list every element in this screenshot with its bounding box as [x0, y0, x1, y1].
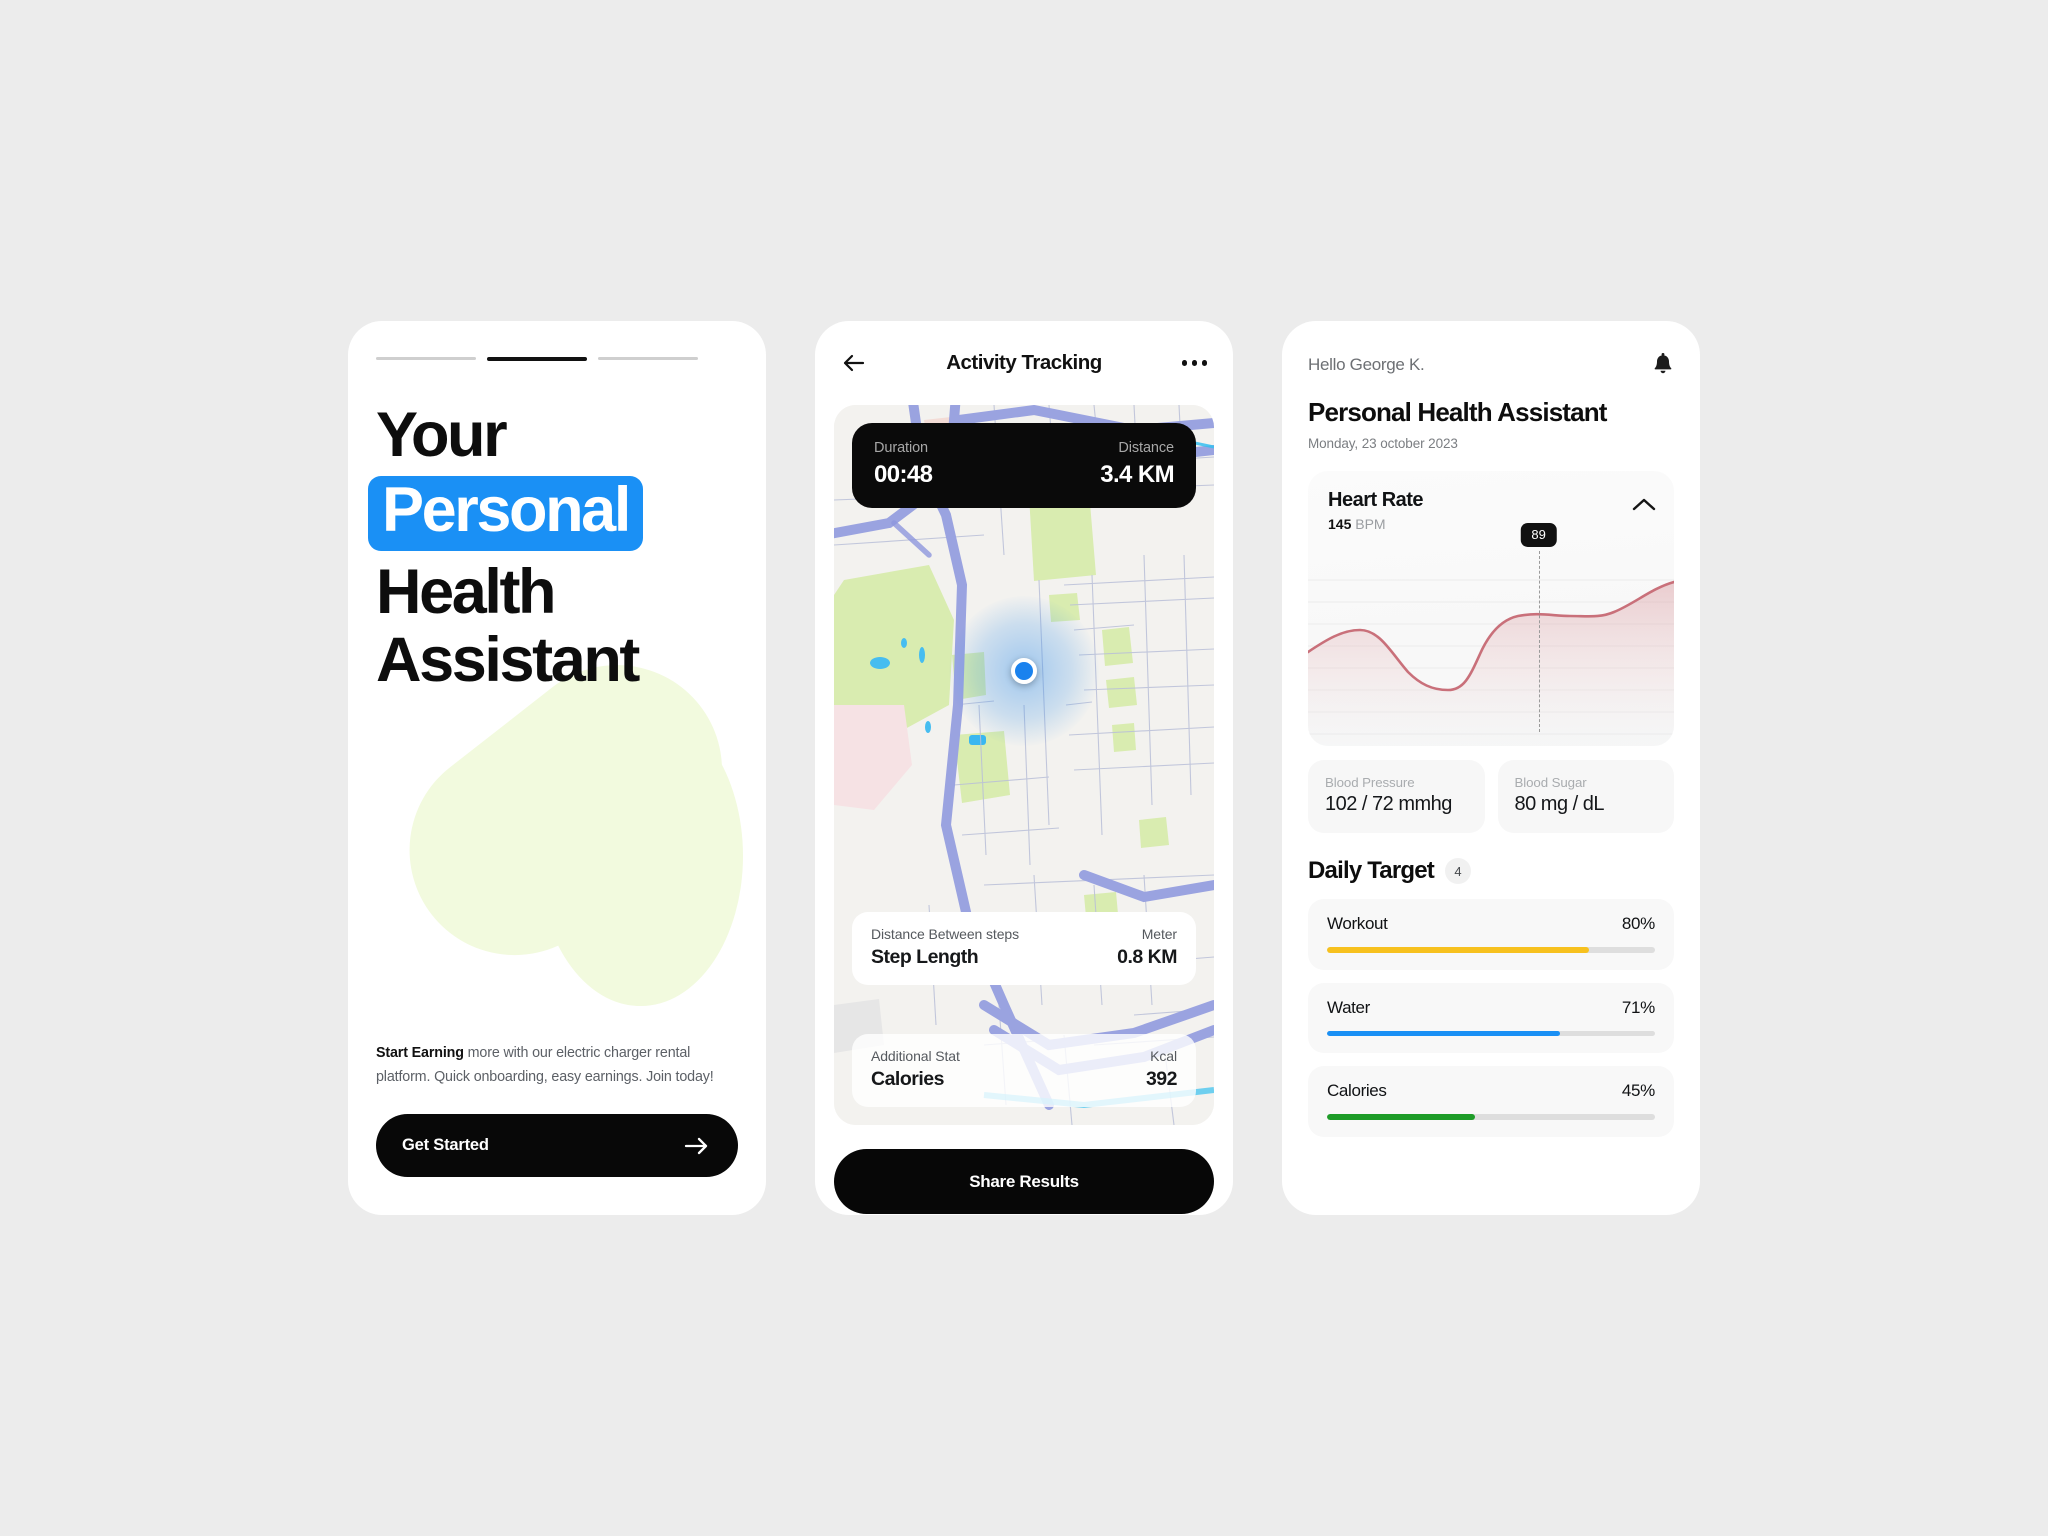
vitals-row: Blood Pressure 102 / 72 mmhg Blood Sugar… — [1308, 760, 1674, 833]
route-map[interactable]: Duration Distance 00:48 3.4 KM Distance … — [834, 405, 1214, 1125]
target-row-calories[interactable]: Calories 45% — [1308, 1066, 1674, 1137]
hero-line-3: Health — [376, 557, 557, 628]
arrow-right-icon — [682, 1134, 712, 1158]
step-length-sublabel: Distance Between steps — [871, 926, 1019, 942]
calories-unit: Kcal — [1150, 1048, 1177, 1064]
heart-rate-unit: BPM — [1355, 516, 1386, 532]
activity-tracking-card: Activity Tracking Duration Distance 00:4… — [815, 321, 1233, 1215]
blood-sugar-label: Blood Sugar — [1514, 775, 1587, 790]
daily-target-title: Daily Target — [1308, 857, 1435, 884]
target-name-water: Water — [1327, 997, 1370, 1017]
progress-track-water — [1327, 1030, 1655, 1036]
heart-rate-cursor-line — [1538, 551, 1541, 732]
notification-bell-icon[interactable] — [1652, 353, 1674, 377]
step-length-card: Distance Between steps Meter Step Length… — [852, 912, 1196, 985]
step-length-unit: Meter — [1141, 926, 1177, 942]
target-percent-calories: 45% — [1621, 1081, 1655, 1100]
activity-header: Activity Tracking — [815, 321, 1233, 405]
distance-value: 3.4 KM — [1100, 461, 1174, 488]
heart-rate-tooltip: 89 — [1520, 523, 1557, 547]
onboarding-pagination[interactable] — [376, 357, 738, 361]
blood-pressure-value: 102 / 72 mmhg — [1325, 793, 1452, 815]
target-name-workout: Workout — [1327, 914, 1388, 933]
progress-fill-calories — [1327, 1114, 1475, 1120]
duration-distance-pill: Duration Distance 00:48 3.4 KM — [852, 423, 1196, 508]
target-row-workout[interactable]: Workout 80% — [1308, 899, 1674, 970]
target-name-calories: Calories — [1327, 1081, 1387, 1100]
get-started-label: Get Started — [402, 1136, 489, 1154]
blood-pressure-card[interactable]: Blood Pressure 102 / 72 mmhg — [1308, 760, 1485, 833]
pager-bar-3[interactable] — [598, 357, 698, 360]
step-length-name: Step Length — [871, 946, 979, 968]
progress-track-workout — [1327, 947, 1655, 953]
target-percent-water: 71% — [1621, 997, 1655, 1017]
target-row-water[interactable]: Water 71% — [1308, 982, 1674, 1053]
pager-bar-1[interactable] — [376, 357, 476, 360]
current-date: Monday, 23 october 2023 — [1308, 436, 1458, 451]
onboarding-description: Start Earning more with our electric cha… — [376, 1041, 738, 1089]
hero-line-1: Your — [376, 400, 508, 470]
distance-label: Distance — [1118, 440, 1174, 456]
greeting-text: Hello George K. — [1308, 355, 1425, 374]
duration-label: Duration — [874, 440, 929, 456]
more-horizontal-icon[interactable] — [1181, 360, 1207, 366]
blood-sugar-value: 80 mg / dL — [1514, 793, 1605, 815]
daily-target-header: Daily Target 4 — [1308, 857, 1674, 885]
hero-heading: Your Personal Health Assistant — [368, 400, 738, 697]
calories-name: Calories — [871, 1068, 944, 1090]
progress-fill-water — [1327, 1030, 1560, 1036]
calories-sublabel: Additional Stat — [871, 1048, 960, 1064]
blood-sugar-card[interactable]: Blood Sugar 80 mg / dL — [1497, 760, 1674, 833]
activity-title: Activity Tracking — [946, 351, 1102, 374]
heart-rate-card[interactable]: Heart Rate 145 BPM 89 — [1308, 471, 1674, 746]
map-canvas — [834, 405, 1214, 1125]
pager-bar-2-active[interactable] — [487, 357, 587, 361]
calories-value: 392 — [1145, 1068, 1178, 1090]
get-started-button[interactable]: Get Started — [376, 1114, 738, 1177]
heart-rate-title: Heart Rate — [1328, 489, 1424, 511]
target-percent-workout: 80% — [1621, 914, 1655, 933]
screenshot-stage: Your Personal Health Assistant Start Ear… — [0, 0, 2048, 1536]
blood-pressure-label: Blood Pressure — [1325, 775, 1415, 790]
health-dashboard-card: Hello George K. Personal Health Assistan… — [1282, 321, 1700, 1215]
onboarding-card: Your Personal Health Assistant Start Ear… — [348, 321, 766, 1215]
heart-rate-value: 145 — [1328, 516, 1352, 532]
description-bold-lead: Start Earning — [376, 1044, 464, 1061]
daily-target-list: Workout 80% Water 71% Calories 45% — [1308, 899, 1674, 1137]
heart-rate-reading: 145 BPM — [1328, 516, 1654, 532]
arrow-left-icon — [843, 354, 865, 372]
heart-rate-chart — [1308, 579, 1674, 746]
progress-fill-workout — [1327, 947, 1590, 953]
hero-line-2-highlight: Personal — [368, 476, 643, 552]
chevron-up-icon[interactable] — [1632, 497, 1656, 518]
share-results-label: Share Results — [969, 1171, 1079, 1191]
back-button[interactable] — [841, 348, 871, 378]
daily-target-count-badge: 4 — [1445, 858, 1471, 884]
hero-line-4: Assistant — [376, 625, 640, 696]
duration-value: 00:48 — [874, 461, 933, 488]
progress-track-calories — [1327, 1114, 1655, 1120]
share-results-button[interactable]: Share Results — [834, 1149, 1214, 1214]
dashboard-header: Hello George K. — [1308, 353, 1674, 377]
step-length-value: 0.8 KM — [1117, 946, 1177, 968]
page-title: Personal Health Assistant — [1308, 397, 1607, 427]
calories-card: Additional Stat Kcal Calories 392 — [852, 1034, 1196, 1107]
